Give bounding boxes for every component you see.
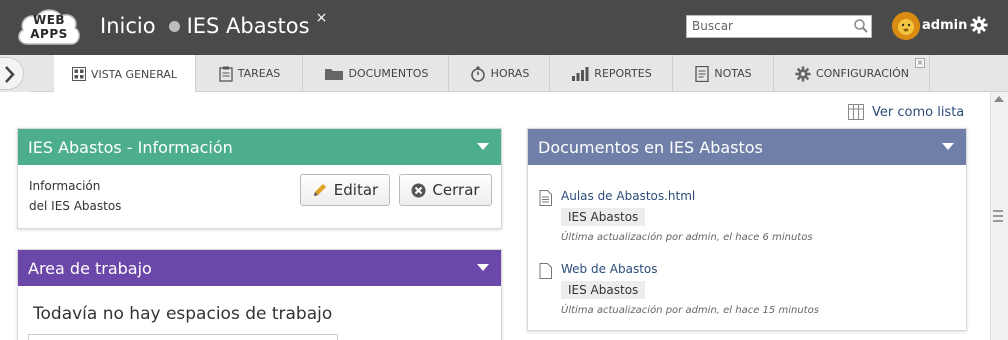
document-meta: Última actualización por admin, el hace … — [561, 305, 819, 316]
view-as-list-label: Ver como lista — [872, 104, 965, 120]
close-circle-icon — [411, 183, 426, 197]
gear-icon — [795, 65, 811, 82]
info-panel-header[interactable]: IES Abastos - Información — [18, 129, 501, 165]
workspace-empty-text: Todavía no hay espacios de trabajo — [33, 304, 333, 324]
info-text-line: del IES Abastos — [29, 199, 122, 213]
tab-reportes[interactable]: REPORTES — [551, 55, 673, 92]
tab-label: VISTA GENERAL — [90, 67, 178, 81]
edit-button-label: Editar — [333, 181, 379, 199]
pencil-icon — [313, 184, 326, 196]
web-apps-logo[interactable]: WEB APPS — [14, 4, 84, 52]
stopwatch-icon — [470, 66, 485, 82]
tab-label: DOCUMENTOS — [348, 67, 429, 80]
search-input[interactable]: Buscar — [686, 15, 872, 38]
breadcrumb-separator-dot — [168, 20, 180, 32]
chevron-right-icon — [5, 66, 15, 83]
sidebar-toggle[interactable] — [0, 55, 30, 92]
document-meta: Última actualización por admin, el hace … — [561, 232, 813, 243]
lion-avatar-icon — [892, 12, 920, 40]
folder-icon — [324, 68, 343, 80]
tab-label: REPORTES — [594, 67, 652, 80]
sidebar-toggle-handle — [0, 57, 24, 90]
logo-text-line2: APPS — [30, 27, 68, 41]
tab-notas[interactable]: NOTAS — [674, 55, 774, 92]
search-icon[interactable] — [853, 18, 869, 34]
documents-panel-title: Documentos en IES Abastos — [538, 138, 763, 157]
workspace-panel: Area de trabajo Todavía no hay espacios … — [17, 249, 502, 340]
project-tag[interactable]: IES Abastos — [561, 208, 646, 226]
breadcrumb-project[interactable]: IES Abastos — [187, 14, 310, 38]
close-project-icon[interactable]: × — [316, 10, 328, 26]
tab-label: NOTAS — [714, 67, 752, 80]
avatar[interactable] — [892, 12, 920, 40]
workspace-panel-title: Area de trabajo — [28, 259, 152, 278]
info-panel-title: IES Abastos - Información — [28, 138, 233, 157]
close-button-label: Cerrar — [432, 181, 480, 199]
note-icon — [695, 65, 710, 82]
close-button[interactable]: Cerrar — [399, 174, 492, 206]
info-description: Información del IES Abastos — [29, 176, 229, 216]
document-text-icon — [539, 190, 552, 206]
document-link[interactable]: Web de Abastos — [561, 262, 658, 276]
workspace-panel-header[interactable]: Area de trabajo — [18, 250, 501, 286]
collapse-caret-icon[interactable] — [477, 264, 489, 271]
tab-tareas[interactable]: TAREAS — [197, 55, 303, 92]
tab-label: HORAS — [490, 67, 530, 80]
tab-documentos[interactable]: DOCUMENTOS — [304, 55, 449, 92]
username[interactable]: admin — [922, 18, 967, 33]
tab-horas[interactable]: HORAS — [450, 55, 550, 92]
list-view-icon — [848, 104, 864, 120]
tab-vista-general[interactable]: VISTA GENERAL — [54, 55, 196, 93]
logo-text-line1: WEB — [32, 13, 66, 27]
breadcrumb: Inicio IES Abastos × — [100, 10, 327, 38]
info-text-line: Información — [29, 179, 101, 193]
tab-label: CONFIGURACIÓN — [815, 67, 910, 80]
edit-button[interactable]: Editar — [300, 174, 390, 206]
scroll-up-arrow-icon[interactable] — [994, 96, 1004, 102]
settings-gear-icon[interactable] — [970, 16, 988, 34]
clipboard-icon — [219, 66, 233, 82]
breadcrumb-home[interactable]: Inicio — [100, 14, 156, 38]
tab-configuracion[interactable]: CONFIGURACIÓN — [775, 55, 930, 92]
documents-panel: Documentos en IES Abastos Aulas de Abast… — [527, 128, 967, 331]
document-blank-icon — [539, 263, 552, 279]
grid-icon — [71, 67, 86, 81]
bar-chart-icon — [572, 66, 589, 81]
document-link[interactable]: Aulas de Abastos.html — [561, 189, 695, 203]
collapse-caret-icon[interactable] — [477, 143, 489, 150]
project-tag[interactable]: IES Abastos — [561, 281, 646, 299]
view-as-list-link[interactable]: Ver como lista — [848, 104, 964, 120]
close-tab-icon[interactable]: × — [915, 58, 925, 68]
info-panel: IES Abastos - Información Información de… — [17, 128, 502, 229]
documents-panel-header[interactable]: Documentos en IES Abastos — [528, 129, 966, 165]
collapse-caret-icon[interactable] — [942, 143, 954, 150]
tab-label: TAREAS — [237, 67, 281, 80]
workspace-field[interactable] — [28, 334, 338, 340]
scroll-grip-icon[interactable] — [993, 210, 1003, 222]
